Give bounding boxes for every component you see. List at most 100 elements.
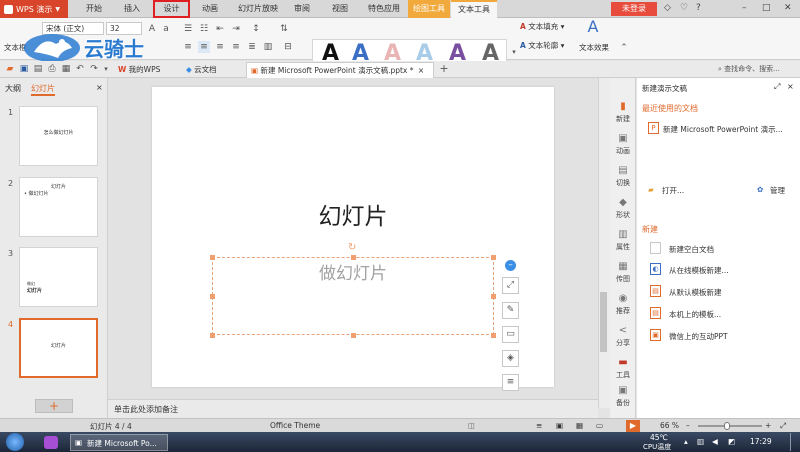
resize-handle[interactable] xyxy=(491,255,496,260)
tab-my-wps[interactable]: W 我的WPS xyxy=(114,62,170,78)
fill-color-icon[interactable]: ✎ xyxy=(502,302,519,319)
pane-options-icon[interactable]: ⤢ xyxy=(774,82,780,92)
slide-thumbnail-2[interactable]: 幻灯片 • 做幻灯片 xyxy=(19,177,98,237)
shape-outline-icon[interactable]: ⤢ xyxy=(502,277,519,294)
reading-view-icon[interactable]: ▭ xyxy=(596,421,603,430)
line-spacing-icon[interactable]: ↕ xyxy=(250,23,262,35)
side-tools-button[interactable]: ▬ 工具 xyxy=(610,356,636,386)
open-folder-icon[interactable]: ▰ xyxy=(4,63,16,75)
close-panel-icon[interactable]: × xyxy=(96,83,103,92)
slide-thumbnail-3[interactable]: 做幻 幻灯片 xyxy=(19,247,98,307)
tab-outline[interactable]: 大纲 xyxy=(5,83,21,94)
tab-animation[interactable]: 动画 xyxy=(195,0,225,18)
tab-cloud-docs[interactable]: ◆ 云文档 xyxy=(182,62,234,78)
login-button[interactable]: 未登录 xyxy=(611,2,657,16)
layers-icon[interactable]: ◈ xyxy=(502,350,519,367)
minimize-icon[interactable]: – xyxy=(742,3,747,13)
wps-app-menu-button[interactable]: WPS 演示 ▼ xyxy=(0,0,68,18)
resize-handle[interactable] xyxy=(210,255,215,260)
new-tab-button[interactable]: + xyxy=(438,63,450,75)
tab-home[interactable]: 开始 xyxy=(79,0,109,18)
fit-window-icon[interactable]: ⤢ xyxy=(780,421,786,431)
text-effect-button[interactable]: 文本效果 xyxy=(579,42,609,53)
help-icon[interactable]: ? xyxy=(696,3,701,13)
new-from-default-template-link[interactable]: 从默认模板新建 xyxy=(669,287,722,298)
side-backup-button[interactable]: ▣ 备份 xyxy=(610,384,636,414)
scrollbar-thumb[interactable] xyxy=(600,292,607,352)
vertical-scrollbar[interactable] xyxy=(598,78,610,408)
numbered-list-icon[interactable]: ☷ xyxy=(198,23,210,35)
ribbon-collapse-icon[interactable]: ⌃ xyxy=(618,42,630,54)
tab-current-presentation[interactable]: ▣ 新建 Microsoft PowerPoint 演示文稿.pptx * × xyxy=(246,62,434,78)
start-button[interactable] xyxy=(6,433,24,451)
tab-slideshow[interactable]: 幻灯片放映 xyxy=(232,0,284,18)
volume-icon[interactable]: ◀ xyxy=(712,437,718,446)
close-pane-icon[interactable]: × xyxy=(787,82,794,91)
rotate-handle-icon[interactable]: ↻ xyxy=(348,242,356,253)
side-transition-button[interactable]: ▤ 切换 xyxy=(610,164,636,194)
command-search[interactable]: ⌕ 查找命令、搜索... xyxy=(718,64,798,76)
tab-drawing-tools[interactable]: 绘图工具 xyxy=(408,0,450,18)
resize-handle[interactable] xyxy=(491,333,496,338)
save-as-icon[interactable]: ▤ xyxy=(32,63,44,75)
columns-icon[interactable]: ▥ xyxy=(262,41,274,53)
language-tray-icon[interactable]: ◩ xyxy=(728,437,735,446)
tab-review[interactable]: 审阅 xyxy=(288,0,316,18)
tab-text-tools[interactable]: 文本工具 xyxy=(451,0,497,18)
normal-view-icon[interactable]: ▣ xyxy=(556,421,563,430)
show-desktop-button[interactable] xyxy=(790,433,800,451)
vertical-align-icon[interactable]: ⊟ xyxy=(282,41,294,53)
customize-icon[interactable]: ▾ xyxy=(100,63,112,75)
body-text[interactable]: 做幻灯片 xyxy=(212,259,494,284)
text-outline-button[interactable]: A 文本轮廓 ▾ xyxy=(520,40,564,51)
side-shape-button[interactable]: ◆ 形状 xyxy=(610,196,636,226)
close-tab-icon[interactable]: × xyxy=(418,66,424,75)
increase-indent-icon[interactable]: ⇥ xyxy=(230,23,242,35)
open-button[interactable]: 打开... xyxy=(662,185,684,196)
align-left-icon[interactable]: ≡ xyxy=(182,41,194,53)
text-fill-button[interactable]: A 文本填充 ▾ xyxy=(520,21,564,32)
side-animation-button[interactable]: ▣ 动画 xyxy=(610,132,636,162)
tab-slides[interactable]: 幻灯片 xyxy=(31,83,55,96)
notes-toggle-icon[interactable]: ≡ xyxy=(536,421,542,430)
line-style-icon[interactable]: ▭ xyxy=(502,326,519,343)
text-effect-icon[interactable]: A xyxy=(583,19,603,39)
justify-icon[interactable]: ≡ xyxy=(230,41,242,53)
notes-area[interactable]: 单击此处添加备注 xyxy=(108,399,598,418)
manage-button[interactable]: 管理 xyxy=(770,185,785,196)
sorter-view-icon[interactable]: ▦ xyxy=(576,421,583,430)
skin-icon[interactable]: ◇ xyxy=(664,3,671,13)
distributed-icon[interactable]: ≣ xyxy=(246,41,258,53)
new-blank-doc-link[interactable]: 新建空白文档 xyxy=(669,244,714,255)
wechat-interactive-ppt-link[interactable]: 微信上的互动PPT xyxy=(669,331,728,342)
side-share-button[interactable]: < 分享 xyxy=(610,324,636,354)
resize-handle[interactable] xyxy=(491,294,496,299)
resize-handle[interactable] xyxy=(351,255,356,260)
zoom-out-icon[interactable]: – xyxy=(686,421,690,430)
zoom-slider-knob[interactable] xyxy=(723,422,730,430)
decrease-indent-icon[interactable]: ⇤ xyxy=(214,23,226,35)
zoom-in-icon[interactable]: + xyxy=(765,421,771,430)
taskbar-wps-window[interactable]: ▣ 新建 Microsoft Po... xyxy=(70,434,168,451)
media-player-icon[interactable] xyxy=(44,436,58,449)
side-recommend-button[interactable]: ◉ 推荐 xyxy=(610,292,636,322)
text-wrap-icon[interactable]: ≡ xyxy=(502,374,519,391)
favorite-icon[interactable]: ♡ xyxy=(680,3,688,13)
align-right-icon[interactable]: ≡ xyxy=(214,41,226,53)
collapse-toolbar-icon[interactable]: – xyxy=(505,260,516,271)
tray-up-arrow-icon[interactable]: ▴ xyxy=(684,437,688,446)
print-icon[interactable]: ⎙ xyxy=(46,63,58,75)
bullet-list-icon[interactable]: ☰ xyxy=(182,23,194,35)
resize-handle[interactable] xyxy=(210,294,215,299)
network-icon[interactable]: ▥ xyxy=(697,437,704,446)
tab-design[interactable]: 设计 xyxy=(153,0,190,18)
resize-handle[interactable] xyxy=(351,333,356,338)
tab-special-apps[interactable]: 特色应用 xyxy=(361,0,407,18)
maximize-icon[interactable]: □ xyxy=(762,3,771,13)
text-direction-icon[interactable]: ⇅ xyxy=(278,23,290,35)
tab-insert[interactable]: 插入 xyxy=(117,0,147,18)
new-from-online-template-link[interactable]: 从在线模板新建... xyxy=(669,265,729,276)
side-upload-image-button[interactable]: ▦ 传图 xyxy=(610,260,636,290)
slide-canvas[interactable] xyxy=(152,87,554,387)
local-template-link[interactable]: 本机上的模板... xyxy=(669,309,721,320)
